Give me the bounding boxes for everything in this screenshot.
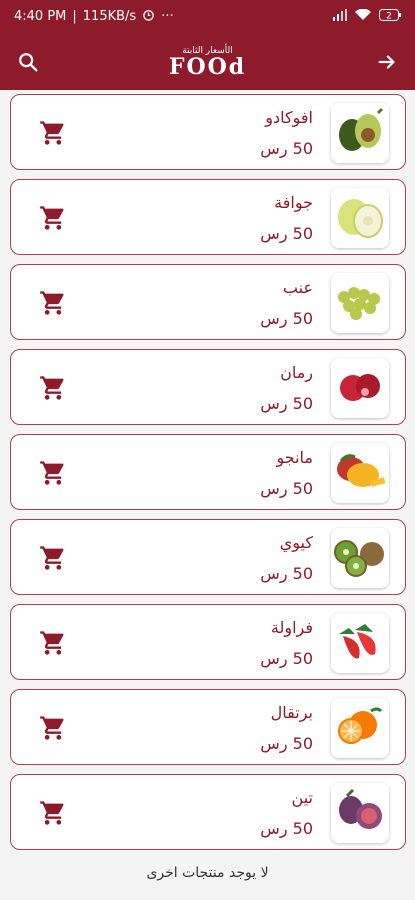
product-name: عنب xyxy=(282,278,313,297)
product-price: 50 رس xyxy=(260,224,313,243)
signal-icon xyxy=(333,8,347,25)
pomegranate-image-icon xyxy=(335,364,385,412)
cart-icon xyxy=(39,801,67,831)
add-to-cart-button[interactable] xyxy=(39,629,67,657)
product-name: رمان xyxy=(280,363,313,382)
battery-icon: 2 xyxy=(379,8,401,25)
product-name: تين xyxy=(291,788,313,807)
add-to-cart-button[interactable] xyxy=(39,374,67,402)
battery-level: 2 xyxy=(386,11,392,21)
product-image[interactable] xyxy=(331,698,389,758)
product-card[interactable]: برتقال 50 رس xyxy=(10,689,406,765)
product-card[interactable]: عنب 50 رس xyxy=(10,264,406,340)
cart-icon xyxy=(39,291,67,321)
product-card[interactable]: رمان 50 رس xyxy=(10,349,406,425)
cart-icon xyxy=(39,631,67,661)
product-card[interactable]: تين 50 رس xyxy=(10,774,406,850)
forward-button[interactable] xyxy=(373,48,401,76)
product-price: 50 رس xyxy=(260,394,313,413)
product-image[interactable] xyxy=(331,783,389,843)
product-price: 50 رس xyxy=(260,139,313,158)
kiwi-image-icon xyxy=(332,534,388,582)
mango-image-icon xyxy=(333,449,387,497)
status-speed: 115KB/s xyxy=(82,9,137,24)
product-price: 50 رس xyxy=(260,819,313,838)
add-to-cart-button[interactable] xyxy=(39,119,67,147)
search-icon xyxy=(19,52,38,71)
product-name: افوكادو xyxy=(265,108,313,127)
wifi-icon xyxy=(355,8,371,25)
product-image[interactable] xyxy=(331,358,389,418)
more-dots-icon: ··· xyxy=(161,9,174,24)
product-image[interactable] xyxy=(331,613,389,673)
product-image[interactable] xyxy=(331,443,389,503)
add-to-cart-button[interactable] xyxy=(39,204,67,232)
product-image[interactable] xyxy=(331,528,389,588)
product-card[interactable]: كيوي 50 رس xyxy=(10,519,406,595)
product-price: 50 رس xyxy=(260,564,313,583)
product-image[interactable] xyxy=(331,188,389,248)
grapes-image-icon xyxy=(334,279,386,327)
fig-image-icon xyxy=(333,788,387,838)
status-bar: 4:40 PM | 115KB/s ··· 2 xyxy=(0,0,415,33)
product-name: فراولة xyxy=(270,618,313,637)
search-button[interactable] xyxy=(14,48,42,76)
cart-icon xyxy=(39,206,67,236)
arrow-right-icon xyxy=(378,54,395,69)
strawberry-image-icon xyxy=(333,618,387,668)
product-name: برتقال xyxy=(270,703,313,722)
cart-icon xyxy=(39,461,67,491)
product-price: 50 رس xyxy=(260,649,313,668)
add-to-cart-button[interactable] xyxy=(39,714,67,742)
status-time: 4:40 PM xyxy=(14,9,67,24)
add-to-cart-button[interactable] xyxy=(39,459,67,487)
product-card[interactable]: جوافة 50 رس xyxy=(10,179,406,255)
status-separator: | xyxy=(72,9,77,24)
avocado-image-icon xyxy=(334,107,386,159)
add-to-cart-button[interactable] xyxy=(39,544,67,572)
product-card[interactable]: فراولة 50 رس xyxy=(10,604,406,680)
app-bar: الأسعار الثابتة FOOd xyxy=(0,33,415,90)
cart-icon xyxy=(39,376,67,406)
product-name: كيوي xyxy=(279,533,313,552)
cart-icon xyxy=(39,716,67,746)
orange-image-icon xyxy=(333,703,387,753)
product-name: مانجو xyxy=(276,448,314,467)
product-image[interactable] xyxy=(331,273,389,333)
app-logo: الأسعار الثابتة FOOd xyxy=(169,46,246,78)
no-more-products-text: لا يوجد منتجات اخرى xyxy=(146,865,269,881)
guava-image-icon xyxy=(334,191,386,245)
product-name: جوافة xyxy=(274,193,313,212)
product-price: 50 رس xyxy=(260,309,313,328)
alarm-icon xyxy=(142,8,155,25)
add-to-cart-button[interactable] xyxy=(39,799,67,827)
add-to-cart-button[interactable] xyxy=(39,289,67,317)
product-price: 50 رس xyxy=(260,479,313,498)
product-image[interactable] xyxy=(331,103,389,163)
product-card[interactable]: افوكادو 50 رس xyxy=(10,94,406,170)
cart-icon xyxy=(39,121,67,151)
cart-icon xyxy=(39,546,67,576)
logo-wordmark: FOOd xyxy=(168,53,247,80)
product-card[interactable]: مانجو 50 رس xyxy=(10,434,406,510)
product-price: 50 رس xyxy=(260,734,313,753)
